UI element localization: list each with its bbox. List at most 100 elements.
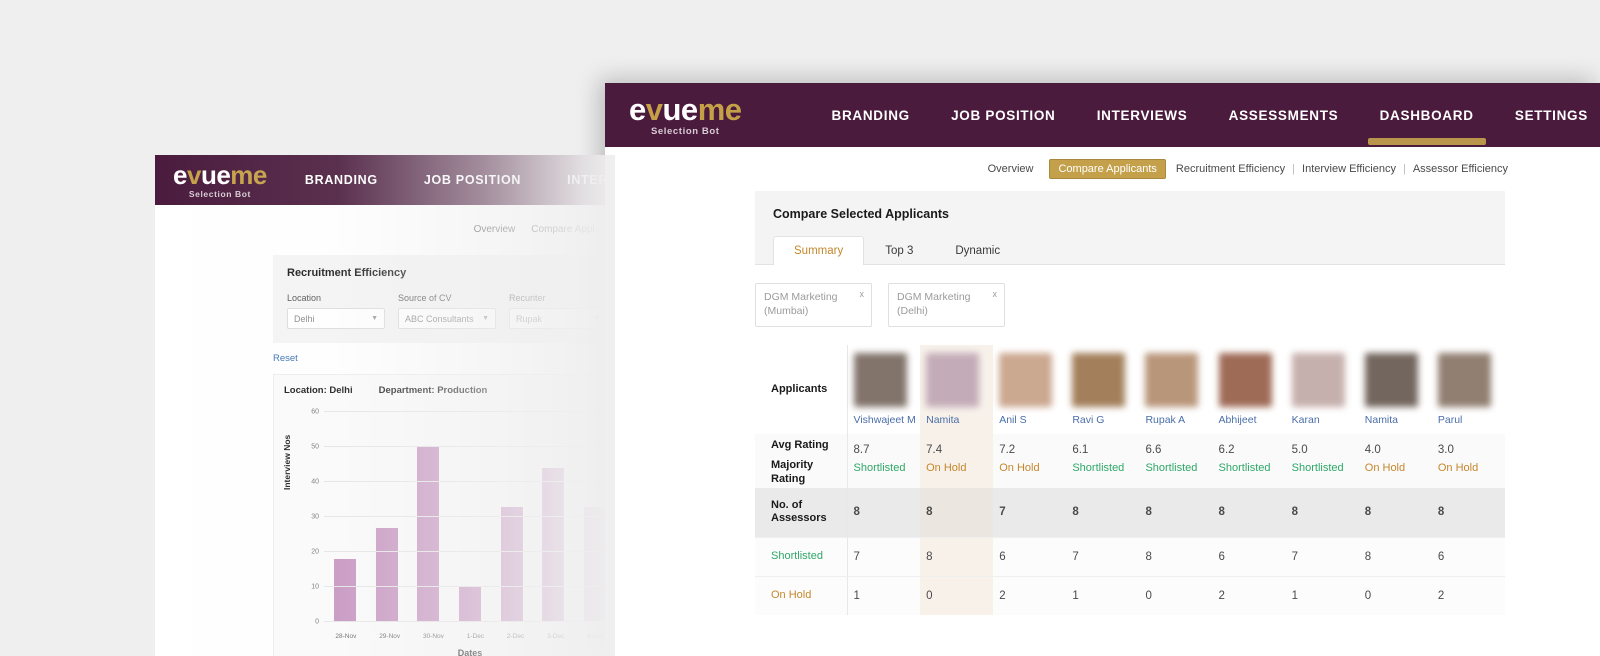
chevron-down-icon: ▼ — [371, 315, 378, 322]
close-icon[interactable]: x — [993, 288, 998, 300]
bg-filter-recruiter-select[interactable]: Rupak ▼ — [509, 308, 607, 329]
fg-navbar: evueme Selection Bot BRANDING JOB POSITI… — [605, 83, 1600, 147]
avg-rating-cell-value: 7.4 — [926, 444, 943, 456]
majority-rating-cell-3: On Hold — [993, 458, 1067, 488]
applicant-name-link[interactable]: Ravi G — [1072, 414, 1138, 426]
applicant-name-link[interactable]: Rupak A — [1145, 414, 1211, 426]
shortlisted-cell-3: 6 — [993, 537, 1067, 577]
applicant-column-5[interactable]: Rupak A — [1139, 345, 1212, 434]
row-label-shortlisted: Shortlisted — [755, 537, 848, 577]
applicant-column-2[interactable]: Namita — [920, 345, 994, 434]
bg-logo-tagline: Selection Bot — [188, 188, 251, 199]
bg-chart-ytick: 40 — [311, 478, 319, 486]
subnav-recruitment-efficiency[interactable]: Recruitment Efficiency — [1176, 163, 1285, 175]
table-row-shortlisted: Shortlisted 7 8 6 7 8 6 7 8 6 — [755, 537, 1505, 577]
applicant-column-4[interactable]: Ravi G — [1066, 345, 1139, 434]
subnav-assessor-efficiency[interactable]: Assessor Efficiency — [1413, 163, 1508, 175]
applicant-name-link[interactable]: Namita — [1365, 414, 1431, 426]
row-label-applicants: Applicants — [755, 345, 848, 434]
chevron-down-icon: ▼ — [482, 315, 489, 322]
fg-logo[interactable]: evueme Selection Bot — [629, 94, 742, 137]
subnav-compare-applicants[interactable]: Compare Applicants — [1049, 159, 1166, 179]
tab-top-3[interactable]: Top 3 — [864, 236, 934, 265]
fg-nav-item-branding[interactable]: BRANDING — [832, 108, 910, 123]
applicant-column-3[interactable]: Anil S — [993, 345, 1066, 434]
tab-dynamic[interactable]: Dynamic — [934, 236, 1021, 265]
close-icon[interactable]: x — [860, 288, 865, 300]
job-chip-delhi-line2: (Delhi) — [897, 305, 928, 318]
majority-rating-cell-9: On Hold — [1431, 458, 1505, 488]
bg-chart-ytick: 60 — [311, 408, 319, 416]
bg-chart-xticks: 28-Nov 29-Nov 30-Nov 1-Dec 2-Dec 3-Dec 4-Dec — [324, 633, 615, 640]
shortlisted-cell-value: 6 — [1437, 550, 1445, 563]
subnav-overview[interactable]: Overview — [988, 163, 1034, 175]
majority-rating-cell-value: Shortlisted — [1145, 461, 1198, 474]
bg-subnav-overview[interactable]: Overview — [474, 224, 516, 235]
applicant-name-link[interactable]: Abhijeet — [1219, 414, 1285, 426]
on-hold-cell-value: 2 — [1218, 589, 1225, 602]
fg-nav-links: BRANDING JOB POSITION INTERVIEWS ASSESSM… — [832, 108, 1600, 145]
bg-chart-location: Location: Delhi — [284, 385, 353, 396]
majority-rating-cell-value: Shortlisted — [853, 461, 906, 474]
fg-nav-item-settings[interactable]: SETTINGS — [1515, 108, 1588, 123]
applicant-column-9[interactable]: Parul — [1432, 345, 1505, 434]
tab-summary[interactable]: Summary — [773, 236, 865, 265]
bg-chart-ytick: 20 — [311, 548, 319, 556]
job-chip-mumbai-line1: DGM Marketing — [764, 291, 838, 303]
fg-nav-item-interviews[interactable]: INTERVIEWS — [1097, 108, 1188, 123]
assessors-cell-value: 8 — [1218, 506, 1225, 519]
applicant-column-8[interactable]: Namita — [1359, 345, 1432, 434]
shortlisted-cell-2: 8 — [920, 537, 994, 577]
majority-rating-cell-4: Shortlisted — [1066, 458, 1140, 488]
bg-filter-location-select[interactable]: Delhi ▼ — [287, 308, 385, 329]
avatar — [1291, 353, 1345, 407]
applicant-column-1[interactable]: Vishwajeet M — [847, 345, 920, 434]
applicant-name-link[interactable]: Anil S — [999, 414, 1065, 426]
avg-rating-cell-value: 3.0 — [1437, 444, 1454, 456]
applicant-name-link[interactable]: Namita — [926, 414, 992, 426]
avatar — [1437, 353, 1491, 407]
applicant-name-link[interactable]: Karan — [1292, 414, 1358, 426]
applicant-name-link[interactable]: Vishwajeet M — [854, 414, 920, 426]
row-label-on-hold: On Hold — [755, 576, 848, 615]
majority-rating-cell-value: Shortlisted — [1072, 461, 1125, 474]
subnav-interview-efficiency[interactable]: Interview Efficiency — [1302, 163, 1396, 175]
bg-chart-xtick: 28-Nov — [335, 633, 357, 640]
avg-rating-cell-value: 5.0 — [1291, 444, 1308, 456]
fg-logo-tagline: Selection Bot — [650, 125, 720, 137]
selected-job-chips: x DGM Marketing (Mumbai) x DGM Marketing… — [755, 265, 1505, 327]
bg-nav-item-branding[interactable]: BRANDING — [305, 173, 378, 187]
fg-logo-wordmark: evueme — [629, 91, 742, 127]
bg-recruitment-efficiency-panel: Recruitment Efficiency Location Delhi ▼ … — [273, 255, 615, 343]
fg-nav-item-job-position[interactable]: JOB POSITION — [951, 108, 1055, 123]
bg-chart-card: Location: Delhi Department: Production ▽… — [273, 374, 615, 656]
bg-filter-location: Location Delhi ▼ — [287, 293, 385, 329]
bg-chart-body: Interview Nos 0 10 20 30 40 50 60 28-Nov 29-Nov… — [282, 409, 615, 656]
assessors-cell-8: 8 — [1358, 487, 1432, 538]
bg-logo[interactable]: evueme Selection Bot — [173, 162, 267, 199]
applicant-column-6[interactable]: Abhijeet — [1213, 345, 1286, 434]
assessors-cell-3: 7 — [993, 487, 1067, 538]
on-hold-cell-2: 0 — [920, 576, 994, 615]
fg-nav-item-assessments[interactable]: ASSESSMENTS — [1229, 108, 1339, 123]
shortlisted-cell-4: 7 — [1066, 537, 1140, 577]
bg-chart-plot: 0 10 20 30 40 50 60 — [311, 409, 615, 626]
applicant-name-link[interactable]: Parul — [1438, 414, 1504, 426]
bg-filter-recruiter-label: Recuriter — [509, 293, 546, 303]
on-hold-cell-9: 2 — [1431, 576, 1505, 615]
job-chip-delhi[interactable]: x DGM Marketing (Delhi) — [888, 283, 1005, 327]
shortlisted-cell-5: 8 — [1139, 537, 1213, 577]
job-chip-mumbai[interactable]: x DGM Marketing (Mumbai) — [755, 283, 872, 327]
bg-chart-bar — [500, 506, 523, 622]
shortlisted-cell-value: 7 — [853, 550, 860, 563]
avg-rating-cell-7: 5.0 — [1285, 434, 1359, 458]
bg-filter-source-select[interactable]: ABC Consultants ▼ — [398, 308, 496, 329]
fg-nav-item-dashboard[interactable]: DASHBOARD — [1367, 108, 1486, 145]
avatar — [1218, 353, 1272, 407]
bg-nav-item-job-position[interactable]: JOB POSITION — [424, 173, 521, 187]
bg-subnav-compare-applicants[interactable]: Compare Appl... — [531, 224, 603, 235]
bg-reset-link[interactable]: Reset — [273, 353, 615, 364]
bg-nav-links: BRANDING JOB POSITION INTERVIEWS — [305, 173, 615, 187]
applicant-column-7[interactable]: Karan — [1286, 345, 1359, 434]
bg-chart-gridline: 0 — [315, 619, 615, 626]
